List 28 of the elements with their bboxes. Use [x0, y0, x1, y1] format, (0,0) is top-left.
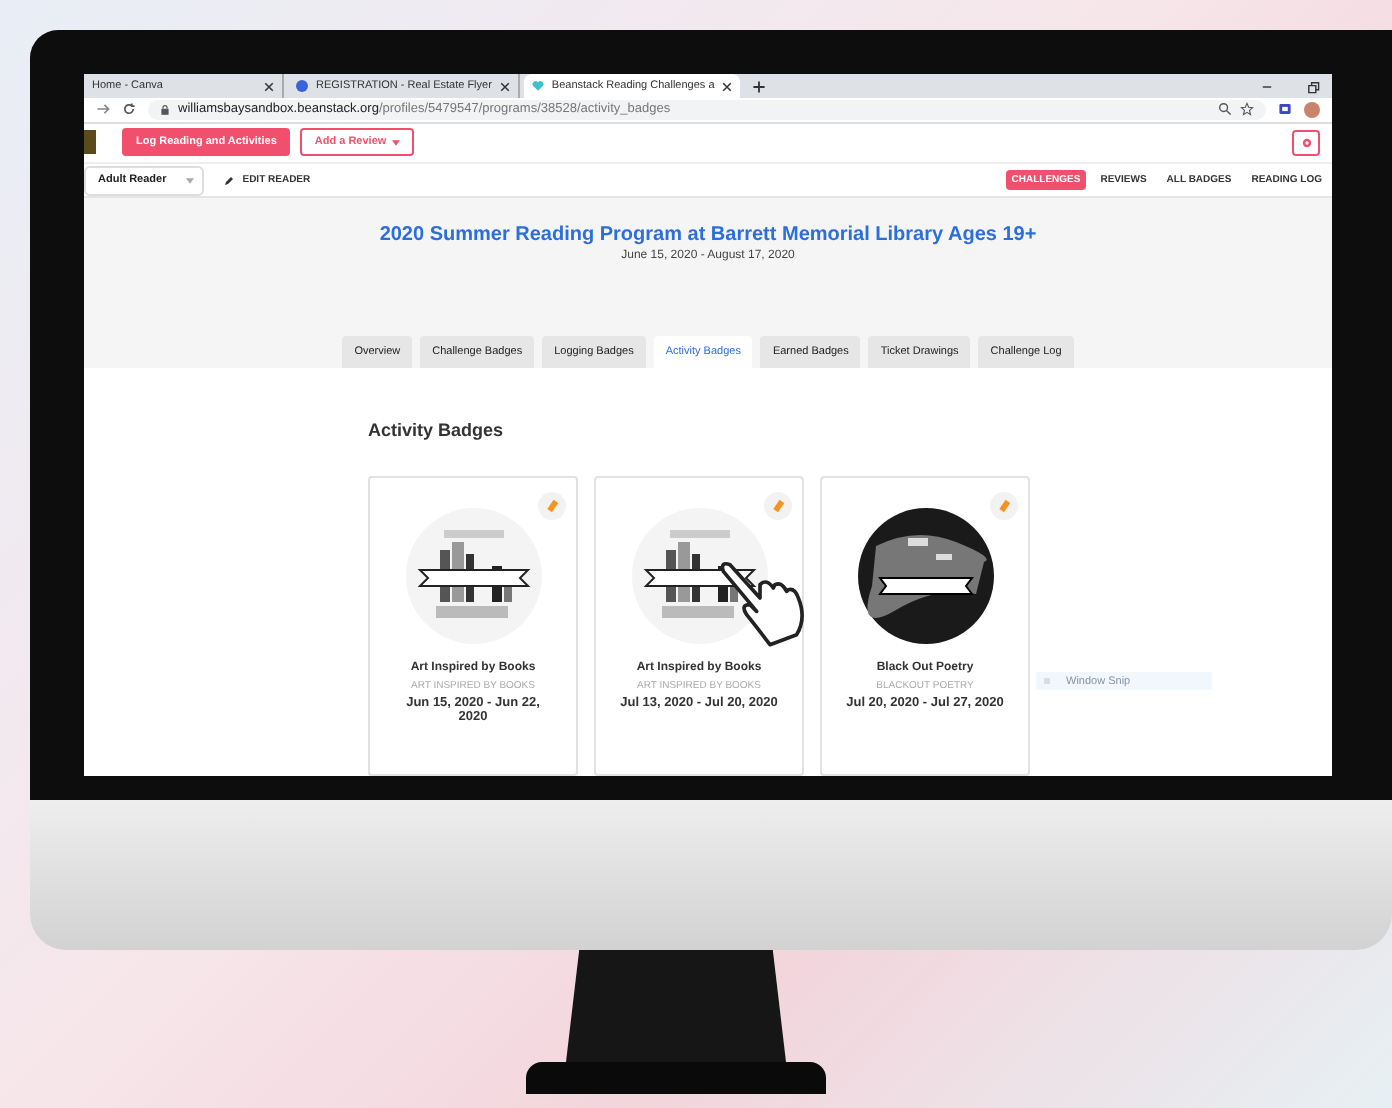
- book-cover-thumbnail[interactable]: [84, 130, 96, 155]
- caret-icon: [392, 139, 401, 146]
- close-icon[interactable]: [264, 81, 274, 91]
- heart-icon: [531, 80, 544, 92]
- books-badge-drawing: [629, 506, 769, 646]
- profile-avatar[interactable]: [1304, 101, 1320, 118]
- books-badge-drawing: [403, 506, 543, 646]
- settings-button[interactable]: [1292, 129, 1320, 156]
- poetry-badge-drawing: [855, 506, 995, 646]
- program-title: 2020 Summer Reading Program at Barrett Memorial Library Ages 19+: [379, 224, 1037, 247]
- restore-icon[interactable]: [1306, 79, 1320, 93]
- section-heading: Activity Badges: [368, 420, 506, 440]
- new-tab-icon[interactable]: [752, 79, 767, 93]
- lock-icon: [160, 103, 170, 116]
- reload-icon[interactable]: [122, 102, 136, 117]
- caret-icon: [186, 177, 195, 184]
- ticket-icon: [990, 492, 1018, 520]
- close-icon[interactable]: [499, 81, 510, 91]
- forward-arrow-icon[interactable]: [96, 102, 110, 117]
- pencil-icon: [224, 175, 235, 186]
- gear-icon: [1299, 135, 1313, 150]
- tab-favicon-icon: [296, 80, 308, 92]
- ticket-icon: [538, 492, 566, 520]
- ticket-icon: [764, 492, 792, 520]
- zoom-icon[interactable]: [1218, 102, 1232, 117]
- close-icon[interactable]: [722, 81, 733, 91]
- star-icon[interactable]: [1240, 102, 1254, 117]
- extension-icon[interactable]: [1278, 102, 1292, 117]
